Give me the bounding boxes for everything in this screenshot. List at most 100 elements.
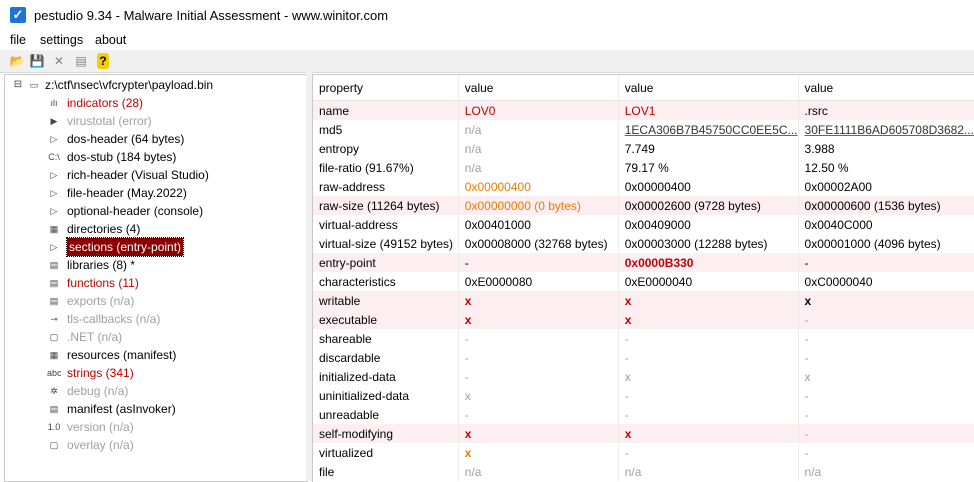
tree-item-functions[interactable]: ▤ functions (11) [5,274,305,292]
save-icon[interactable]: 💾 [28,53,46,69]
value-text: - [464,255,469,270]
property-cell: unreadable [313,405,459,424]
exports-icon: ▤ [49,296,59,306]
tree-item-label: optional-header (console) [67,204,204,218]
value-text[interactable]: 1ECA306B7B45750CC0EE5C... [625,123,797,137]
value-text: 0x00008000 (32768 bytes) [464,236,608,251]
value-cell[interactable]: 30FE1111B6AD605708D3682... [798,120,974,139]
pestudio-app-icon: ✓ [10,7,26,23]
open-icon[interactable]: 📂 [8,53,26,69]
column-header[interactable]: value [618,75,799,101]
property-text: md5 [319,122,343,137]
property-text: virtualized [319,445,374,460]
table-row[interactable]: unreadable - - - [313,405,974,424]
property-text: entropy [319,141,360,156]
value-text: 0x00002600 (9728 bytes) [624,198,761,213]
tree-view[interactable]: ⊟ ▭ z:\ctf\nsec\vfcrypter\payload.bin ılı in… [4,74,308,482]
table-row[interactable]: entropy n/a 7.749 3.988 [313,139,974,158]
column-header[interactable]: value [458,75,619,101]
table-row[interactable]: virtual-size (49152 bytes) 0x00008000 (32… [313,234,974,253]
clipboard-icon[interactable]: ▤ [72,53,90,69]
tree-item-optional-header[interactable]: ▷ optional-header (console) [5,202,305,220]
table-row[interactable]: file-ratio (91.67%) n/a 79.17 % 12.50 % [313,158,974,177]
tree-item-file-header[interactable]: ▷ file-header (May.2022) [5,184,305,202]
table-row[interactable]: name LOV0 LOV1 .rsrc [313,100,974,120]
table-row[interactable]: executable x x - [313,310,974,329]
libraries-icon: ▤ [49,260,59,270]
value-text: 0x00002A00 [804,179,872,194]
property-cell: initialized-data [313,367,459,386]
column-header[interactable]: property [313,75,459,101]
tree-item-virustotal[interactable]: ▶ virustotal (error) [5,112,305,130]
value-cell: 12.50 % [798,158,974,177]
table-row[interactable]: uninitialized-data x - - [313,386,974,405]
property-text: self-modifying [319,426,394,441]
table-row[interactable]: file n/a n/a n/a [313,462,974,481]
optional-header-icon: ▷ [50,206,58,216]
tree-item-tls-callbacks[interactable]: ⊸ tls-callbacks (n/a) [5,310,305,328]
table-row[interactable]: shareable - - - [313,329,974,348]
value-cell: x [618,367,799,386]
value-text: x [464,388,471,403]
tree-item-overlay[interactable]: ▢ overlay (n/a) [5,436,305,454]
tree-item-label: directories (4) [67,222,141,236]
value-cell: x [458,443,619,462]
tree-item-sections[interactable]: ▷ sections (entry-point) [5,237,305,257]
dos-header-icon: ▷ [50,134,58,144]
tree-item-dotnet[interactable]: ▢ .NET (n/a) [5,328,305,346]
table-row[interactable]: raw-address 0x00000400 0x00000400 0x00002A0… [313,177,974,196]
collapse-icon[interactable]: ⊟ [11,78,25,92]
tree-item-label: functions (11) [67,276,139,290]
menu-file[interactable]: file [10,33,26,47]
column-header[interactable]: value [798,75,974,101]
tree-item-dos-stub[interactable]: C:\ dos-stub (184 bytes) [5,148,305,166]
menu-settings[interactable]: settings [40,33,83,47]
title-bar: ✓ pestudio 9.34 - Malware Initial Assess… [0,0,974,30]
tree-item-dos-header[interactable]: ▷ dos-header (64 bytes) [5,130,305,148]
property-text: shareable [319,331,372,346]
table-row[interactable]: writable x x x [313,291,974,310]
table-row[interactable]: md5 n/a 1ECA306B7B45750CC0EE5C... 30FE1111B… [313,120,974,139]
value-text: x [624,369,631,384]
tree-item-version[interactable]: 1.0 version (n/a) [5,418,305,436]
value-text: LOV1 [624,103,656,118]
value-text: 0x00409000 [624,217,691,232]
value-cell: x [618,291,799,310]
close-icon[interactable]: ✕ [50,53,68,69]
tree-item-strings[interactable]: abc strings (341) [5,364,305,382]
tree-item-label: dos-stub (184 bytes) [67,150,177,164]
property-cell: raw-size (11264 bytes) [313,196,459,215]
value-cell: .rsrc [798,100,974,120]
table-row[interactable]: entry-point - 0x0000B330 - [313,253,974,272]
tree-item-exports[interactable]: ▤ exports (n/a) [5,292,305,310]
tree-item-label: exports (n/a) [67,294,135,308]
value-text[interactable]: 30FE1111B6AD605708D3682... [805,123,974,137]
value-cell: - [798,443,974,462]
value-text: 79.17 % [624,160,669,175]
tree-root[interactable]: ⊟ ▭ z:\ctf\nsec\vfcrypter\payload.bin [5,76,305,94]
help-icon[interactable]: ? [97,53,109,69]
value-cell: x [458,310,619,329]
table-row[interactable]: characteristics 0xE0000080 0xE0000040 0xC00… [313,272,974,291]
property-cell: characteristics [313,272,459,291]
value-cell[interactable]: 1ECA306B7B45750CC0EE5C... [618,120,799,139]
table-row[interactable]: virtualized x - - [313,443,974,462]
tree-item-libraries[interactable]: ▤ libraries (8) * [5,256,305,274]
table-row[interactable]: self-modifying x x - [313,424,974,443]
table-row[interactable]: virtual-address 0x00401000 0x00409000 0x004… [313,215,974,234]
tree-item-debug[interactable]: ✲ debug (n/a) [5,382,305,400]
tree-item-directories[interactable]: ▦ directories (4) [5,220,305,238]
property-cell: virtualized [313,443,459,462]
table-row[interactable]: initialized-data - x x [313,367,974,386]
menu-about[interactable]: about [95,33,126,47]
table-row[interactable]: discardable - - - [313,348,974,367]
tree-item-resources[interactable]: ▦ resources (manifest) [5,346,305,364]
value-cell: x [458,386,619,405]
value-cell: 0xE0000040 [618,272,799,291]
tree-item-manifest[interactable]: ▤ manifest (asInvoker) [5,400,305,418]
table-row[interactable]: raw-size (11264 bytes) 0x00000000 (0 byte… [313,196,974,215]
tree-item-rich-header[interactable]: ▷ rich-header (Visual Studio) [5,166,305,184]
value-cell: 0x0000B330 [618,253,799,272]
functions-icon: ▤ [49,278,59,288]
tree-item-indicators[interactable]: ılı indicators (28) [5,94,305,112]
